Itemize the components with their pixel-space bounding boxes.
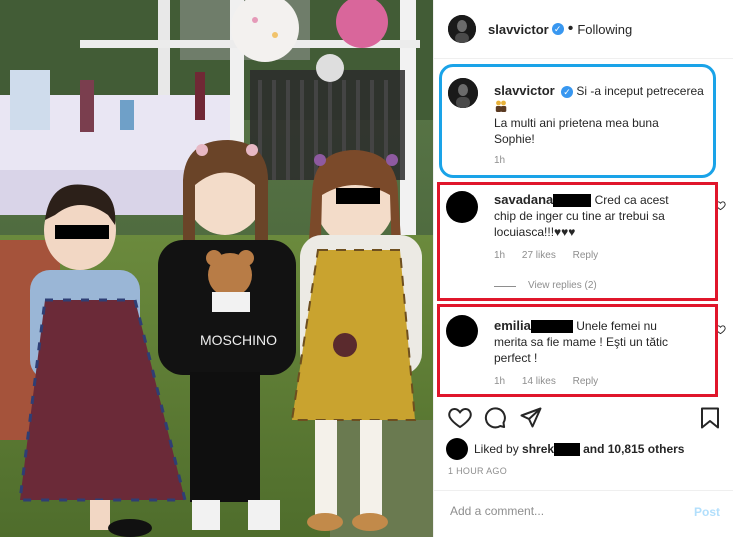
author-avatar[interactable]	[448, 15, 476, 43]
comment-highlight-frame	[437, 304, 718, 397]
bookmark-icon[interactable]	[700, 407, 720, 429]
comment-icon[interactable]	[484, 407, 506, 429]
party-photo: MOSCHINO	[0, 0, 433, 537]
add-comment-bar: Post	[434, 490, 733, 538]
avatar-image	[448, 15, 476, 43]
likes-count[interactable]: and 10,815 others	[583, 442, 684, 456]
verified-icon: ✓	[551, 23, 564, 35]
liked-by-label: Liked by	[474, 442, 519, 456]
liker-avatar[interactable]	[446, 438, 468, 460]
post-header: slavvictor ✓ • Following	[434, 0, 733, 59]
separator-dot: •	[567, 20, 574, 37]
caption-highlight-frame	[439, 64, 716, 178]
comment-highlight-frame	[437, 182, 718, 301]
liker-username[interactable]: shrek	[522, 442, 554, 456]
post-photo: MOSCHINO	[0, 0, 433, 537]
svg-text:MOSCHINO: MOSCHINO	[200, 332, 277, 348]
likes-summary: Liked by shrek and 10,815 others	[442, 438, 684, 460]
action-bar	[434, 400, 733, 436]
author-username[interactable]: slavvictor	[488, 22, 549, 37]
post-comment-button[interactable]: Post	[694, 505, 720, 519]
heart-icon[interactable]	[448, 407, 472, 429]
comment-input[interactable]	[448, 503, 682, 519]
post-timestamp[interactable]: 1 HOUR AGO	[448, 466, 507, 476]
share-icon[interactable]	[520, 407, 542, 429]
follow-status-button[interactable]: Following	[577, 22, 632, 37]
redaction-bar	[554, 442, 581, 456]
